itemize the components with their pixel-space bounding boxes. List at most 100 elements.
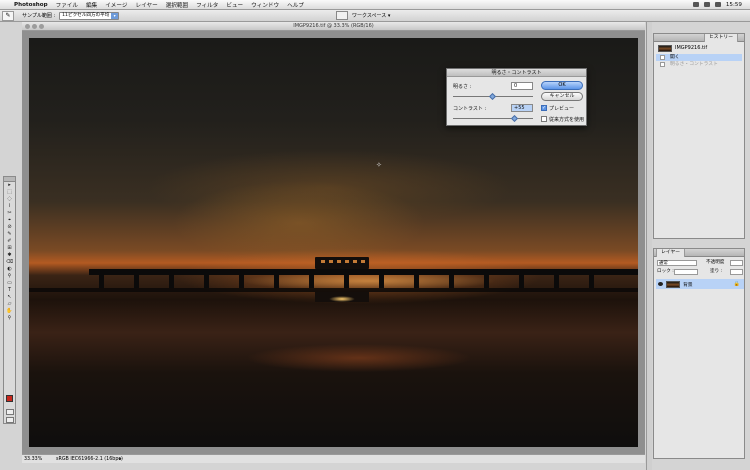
- lock-icon: 🔒: [733, 281, 740, 287]
- status-menu-arrow-icon[interactable]: ▸: [118, 455, 123, 464]
- tool-icon-2[interactable]: ⬚: [4, 189, 15, 196]
- layer-thumbnail: [666, 280, 680, 288]
- menu-window[interactable]: ウィンドウ: [251, 1, 279, 9]
- tool-icon-15[interactable]: ▭: [4, 280, 15, 287]
- contrast-slider[interactable]: [453, 118, 533, 119]
- tool-icon-10[interactable]: ⊞: [4, 245, 15, 252]
- menu-file[interactable]: ファイル: [56, 1, 78, 9]
- legacy-checkbox[interactable]: [541, 116, 547, 122]
- train-window: [337, 260, 341, 263]
- chevron-down-icon: ▾: [111, 12, 119, 19]
- preview-checkbox[interactable]: ✓: [541, 105, 547, 111]
- dialog-title[interactable]: 明るさ・コントラスト: [447, 69, 586, 77]
- foreground-color-swatch[interactable]: [6, 395, 13, 402]
- eye-icon[interactable]: [658, 282, 663, 286]
- bridge-pier: [414, 274, 419, 288]
- contrast-input[interactable]: +55: [511, 104, 533, 112]
- tool-icon-9[interactable]: ✐: [4, 238, 15, 245]
- fill-input[interactable]: [730, 269, 743, 275]
- history-state-label: 開く: [670, 55, 680, 60]
- tool-icon-6[interactable]: ⌖: [4, 217, 15, 224]
- menu-extras: 15:59: [692, 2, 750, 8]
- volume-icon[interactable]: [714, 2, 721, 7]
- eyedropper-tool-icon[interactable]: ✎: [2, 10, 14, 21]
- tool-icon-20[interactable]: ⚲: [4, 315, 15, 322]
- zoom-level[interactable]: 33.33%: [24, 455, 42, 464]
- bridge-pier: [589, 274, 594, 288]
- menu-edit[interactable]: 編集: [86, 1, 97, 9]
- menu-view[interactable]: ビュー: [226, 1, 243, 9]
- tool-icon-1[interactable]: ▸: [4, 182, 15, 189]
- snapshot-name: IMGP9216.tif: [675, 45, 708, 51]
- menu-select[interactable]: 選択範囲: [166, 1, 188, 9]
- wifi-icon[interactable]: [703, 2, 710, 7]
- tool-icon-14[interactable]: ⚲: [4, 273, 15, 280]
- train-window: [353, 260, 357, 263]
- menu-help[interactable]: ヘルプ: [287, 1, 304, 9]
- brightness-input[interactable]: 0: [511, 82, 533, 90]
- tool-icon-5[interactable]: ✂: [4, 210, 15, 217]
- menu-layer[interactable]: レイヤー: [135, 1, 157, 9]
- tab-layers[interactable]: レイヤー: [656, 249, 686, 257]
- cancel-button[interactable]: キャンセル: [541, 92, 583, 101]
- sample-size-label: サンプル範囲 :: [22, 13, 56, 19]
- tool-icon-7[interactable]: ⊘: [4, 224, 15, 231]
- layers-tabbar: レイヤー: [654, 249, 744, 257]
- tool-icon-4[interactable]: ⌇: [4, 203, 15, 210]
- tool-icon-12[interactable]: ⌫: [4, 259, 15, 266]
- status-bar: 33.33% sRGB IEC61966-2.1 (16bpc) ▸: [22, 454, 645, 463]
- zoom-window-button[interactable]: [39, 24, 44, 29]
- document-title-bar[interactable]: IMGP9216.tif @ 33.3% (RGB/16): [22, 22, 645, 31]
- bridge-pier: [554, 274, 559, 288]
- bridge-pier: [239, 274, 244, 288]
- tool-icon-8[interactable]: ✎: [4, 231, 15, 238]
- tools-panel: ▸ ⬚ ◌ ⌇ ✂ ⌖ ⊘ ✎ ✐ ⊞ ✱ ⌫ ◐ ⚲ ▭ T ↖ ▱ ✋ ⚲: [3, 176, 16, 424]
- bridge-pier: [449, 274, 454, 288]
- layer-name: 背景: [683, 282, 693, 288]
- bridge-pier: [309, 274, 314, 288]
- tool-icon-19[interactable]: ✋: [4, 308, 15, 315]
- bridge-pier: [99, 274, 104, 288]
- panel-dock-strip: [646, 22, 652, 470]
- close-window-button[interactable]: [25, 24, 30, 29]
- tool-icon-3[interactable]: ◌: [4, 196, 15, 203]
- layers-panel: レイヤー 通常 不透明度 ロック : 塗り : 背景 🔒: [653, 248, 745, 459]
- train-window: [329, 260, 333, 263]
- color-profile: sRGB IEC61966-2.1 (16bpc): [56, 457, 123, 462]
- history-tabbar: ヒストリー: [654, 34, 744, 42]
- lock-label: ロック :: [657, 269, 674, 274]
- tool-icon-16[interactable]: T: [4, 287, 15, 294]
- train-silhouette: [315, 257, 369, 269]
- history-state-open[interactable]: 開く: [656, 54, 742, 61]
- opacity-input[interactable]: [730, 260, 743, 266]
- contrast-slider-thumb[interactable]: [510, 114, 518, 123]
- opacity-label: 不透明度: [706, 260, 725, 265]
- status-icon[interactable]: [692, 2, 699, 7]
- workspace-icon[interactable]: [336, 11, 348, 20]
- train-window: [345, 260, 349, 263]
- menu-image[interactable]: イメージ: [105, 1, 127, 9]
- brightness-contrast-dialog: 明るさ・コントラスト 明るさ : 0 コントラスト : +55 OK キャンセル…: [446, 68, 587, 126]
- menu-filter[interactable]: フィルタ: [196, 1, 218, 9]
- layer-background[interactable]: 背景 🔒: [656, 279, 744, 289]
- menu-clock[interactable]: 15:59: [726, 2, 742, 8]
- sample-size-select[interactable]: 11ピクセル四方の平均 ▾: [59, 11, 120, 20]
- crosshair-cursor-icon: ✧: [376, 161, 382, 169]
- quick-mask-icon[interactable]: [6, 409, 14, 415]
- minimize-window-button[interactable]: [32, 24, 37, 29]
- blend-mode-select[interactable]: 通常: [657, 260, 697, 266]
- history-state-brightness[interactable]: 明るさ・コントラスト: [656, 61, 742, 68]
- history-snapshot[interactable]: IMGP9216.tif: [658, 44, 742, 52]
- tool-icon-11[interactable]: ✱: [4, 252, 15, 259]
- ok-button[interactable]: OK: [541, 81, 583, 90]
- workspace-menu[interactable]: ワークスペース ▾: [352, 12, 390, 19]
- lock-options[interactable]: [674, 269, 698, 275]
- tool-icon-18[interactable]: ▱: [4, 301, 15, 308]
- tool-icon-17[interactable]: ↖: [4, 294, 15, 301]
- tab-history[interactable]: ヒストリー: [704, 34, 738, 42]
- menu-app-name[interactable]: Photoshop: [14, 2, 48, 8]
- screen-mode-icon[interactable]: [6, 417, 14, 423]
- contrast-label: コントラスト :: [453, 106, 487, 112]
- tool-icon-13[interactable]: ◐: [4, 266, 15, 273]
- brightness-slider-thumb[interactable]: [488, 92, 497, 101]
